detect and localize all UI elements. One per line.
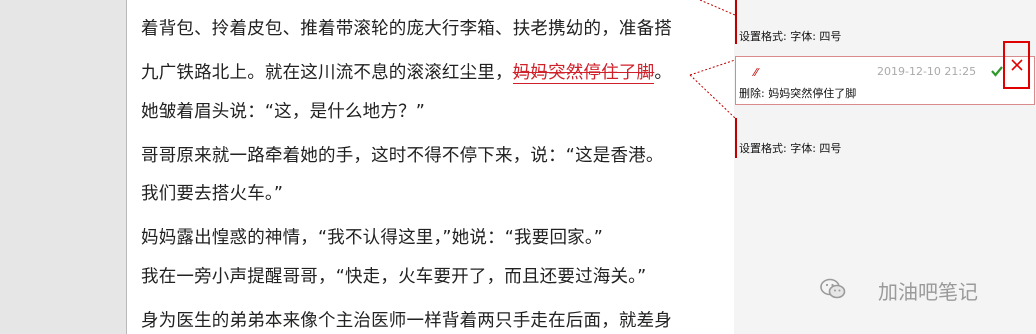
comment-body: 删除: 妈妈突然停住了脚 [739,87,857,100]
comment-author: ⁄⁄ [754,66,758,79]
watermark: 加油吧笔记 [878,280,978,304]
accept-check-icon[interactable] [990,63,1004,77]
format-balloon-bar-2 [735,118,737,158]
reject-button[interactable] [1003,41,1030,89]
format-balloon-1[interactable]: 设置格式: 字体: 四号 [739,28,841,44]
deletion-balloon[interactable]: ⁄⁄ 2019-12-10 21:25 删除: 妈妈突然停住了脚 [735,56,1035,105]
comment-time: 2019-12-10 21:25 [877,65,977,78]
format-balloon-bar-1 [735,0,737,44]
reject-x-icon [1011,59,1023,71]
format-balloon-2[interactable]: 设置格式: 字体: 四号 [739,140,841,156]
wechat-icon [820,278,846,299]
